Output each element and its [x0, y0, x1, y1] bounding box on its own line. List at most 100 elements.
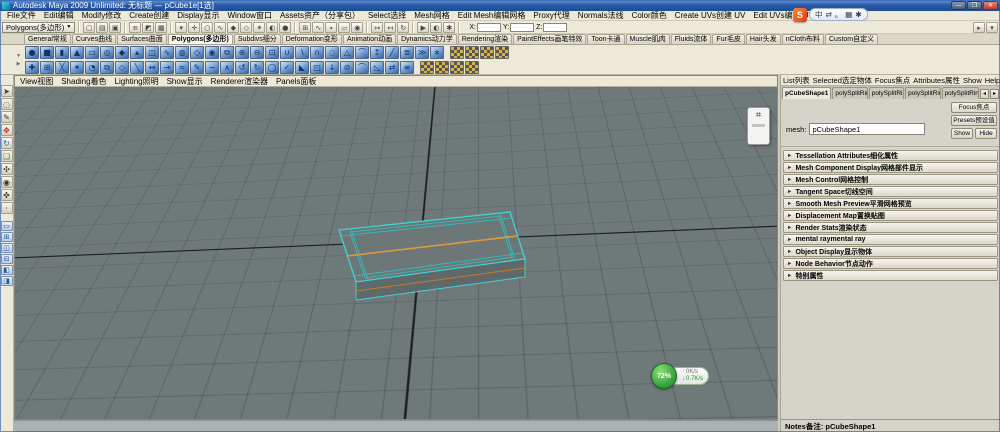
show-button[interactable]: Show	[951, 128, 973, 139]
uv-snapshot-icon[interactable]	[495, 46, 509, 59]
menu-item[interactable]: Mesh网格	[410, 10, 454, 21]
shelf-tab[interactable]: PaintEffects画笔特效	[513, 34, 587, 44]
reduce-icon[interactable]: ↓	[325, 61, 339, 74]
attribute-editor-menu-item[interactable]: Show	[963, 76, 982, 85]
shelf-tab[interactable]: Animation动画	[342, 34, 397, 44]
reverse-normals-icon[interactable]: ↺	[235, 61, 249, 74]
planar-mapping-icon[interactable]	[420, 61, 434, 74]
insert-edge-loop-icon[interactable]: ≣	[400, 46, 414, 59]
panel-menu-item[interactable]: Lighting照明	[112, 76, 162, 87]
time-slider-area[interactable]	[14, 420, 778, 432]
shelf-tab[interactable]: General常规	[24, 34, 71, 44]
crease-tool-icon[interactable]: ╲	[130, 61, 144, 74]
mesh-name-input[interactable]	[809, 123, 926, 135]
notes-bar[interactable]: Notes备注: pCubeShape1	[781, 419, 1000, 432]
minimize-button[interactable]: —	[951, 1, 966, 10]
menu-item[interactable]: Normals法线	[574, 10, 628, 21]
expand-arrow-icon[interactable]: ►	[787, 237, 792, 243]
section-node-behavior[interactable]: ► Node Behavior节点动作	[783, 258, 998, 269]
conform-normals-icon[interactable]: ↻	[250, 61, 264, 74]
coordinate-input[interactable]	[543, 22, 568, 32]
poly-sphere-icon[interactable]: ●	[25, 46, 39, 59]
paint-weights-icon[interactable]: ✎	[190, 61, 204, 74]
shelf-tab[interactable]: Surfaces曲面	[117, 34, 167, 44]
mask-surfaces-icon[interactable]: ◆	[227, 21, 240, 33]
snap-curve-icon[interactable]: ∿	[312, 21, 325, 33]
symmetrize-icon[interactable]: ⇄	[385, 61, 399, 74]
boolean-union-icon[interactable]: ∪	[280, 46, 294, 59]
menu-item[interactable]: Assets资产（分享包）	[276, 10, 364, 21]
snap-plane-icon[interactable]: ▱	[338, 21, 351, 33]
attribute-editor-menu-item[interactable]: Help帮助	[985, 75, 1000, 85]
save-scene-icon[interactable]: ▣	[109, 21, 122, 33]
attribute-editor-menu-item[interactable]: List列表	[783, 75, 810, 85]
node-tab[interactable]: pCubeShape1	[782, 87, 832, 99]
shelf-tab[interactable]: Deformation变形	[281, 34, 342, 44]
layout-single-pane-icon[interactable]: ▭	[0, 221, 13, 231]
merge-vertices-icon[interactable]: ∗	[430, 46, 444, 59]
last-tool-icon[interactable]: ·	[0, 202, 13, 214]
node-tab[interactable]: polySplitRing…	[941, 87, 979, 99]
project-curve-icon[interactable]: ⌒	[355, 61, 369, 74]
cut-faces-tool-icon[interactable]: ╳	[55, 61, 69, 74]
show-manipulator-icon[interactable]: ✜	[0, 189, 13, 201]
duplicate-edge-loop-icon[interactable]: ≡	[400, 61, 414, 74]
panel-menu-item[interactable]: Renderer渲染器	[208, 76, 271, 87]
select-component-icon[interactable]: ▦	[155, 21, 168, 33]
smooth-icon[interactable]: ◌	[325, 46, 339, 59]
expand-arrow-icon[interactable]: ►	[787, 153, 792, 159]
boolean-difference-icon[interactable]: ∖	[295, 46, 309, 59]
chamfer-vertex-icon[interactable]: ◇	[115, 61, 129, 74]
shelf-tab[interactable]: Rendering渲染	[457, 34, 513, 44]
menu-item[interactable]: Proxy代理	[529, 10, 573, 21]
uv-texture-editor-icon[interactable]	[465, 46, 479, 59]
expand-arrow-icon[interactable]: ►	[787, 273, 792, 279]
poly-prism-icon[interactable]: ◆	[115, 46, 129, 59]
lasso-tool-icon[interactable]: ◌	[0, 98, 13, 110]
section-extra-attributes[interactable]: ► 特别属性	[783, 270, 998, 281]
render-frame-icon[interactable]: ▶	[417, 21, 430, 33]
menu-item[interactable]: Window窗口	[224, 10, 276, 21]
ime-float-button[interactable]: ⌗	[747, 107, 770, 145]
section-mental-ray[interactable]: ► mental raymental ray	[783, 234, 998, 245]
move-tool-icon[interactable]: ✥	[0, 124, 13, 136]
attribute-editor-menu-item[interactable]: Focus焦点	[875, 75, 910, 85]
panel-menu-item[interactable]: Shading着色	[58, 76, 109, 87]
section-tangent-space[interactable]: ► Tangent Space切线空间	[783, 186, 998, 197]
extrude-icon[interactable]: ↥	[370, 46, 384, 59]
open-scene-icon[interactable]: ▤	[96, 21, 109, 33]
menu-item[interactable]: Edit编辑	[40, 10, 78, 21]
node-tab[interactable]: polySplitRing8	[832, 87, 868, 99]
spherical-mapping-icon[interactable]	[450, 61, 464, 74]
ui-visibility-icon[interactable]: ▾	[986, 21, 998, 33]
maximize-button[interactable]: ❐	[967, 1, 982, 10]
section-mesh-component-display[interactable]: ► Mesh Component Display网格部件显示	[783, 162, 998, 173]
node-tab[interactable]: polySplitRing6	[905, 87, 941, 99]
separate-icon[interactable]: ⊖	[250, 46, 264, 59]
mask-dynamics-icon[interactable]: ✶	[253, 21, 266, 33]
poke-face-icon[interactable]: ✶	[70, 61, 84, 74]
snap-live-icon[interactable]: ◉	[351, 21, 364, 33]
ime-language-icon[interactable]: 中	[815, 9, 823, 21]
shelf-tab[interactable]: Muscle肌肉	[625, 34, 670, 44]
section-tessellation-attributes[interactable]: ► Tessellation Attributes细化属性	[783, 150, 998, 161]
poly-pyramid-icon[interactable]: ▴	[130, 46, 144, 59]
rotate-tool-icon[interactable]: ↻	[0, 137, 13, 149]
sculpt-geometry-icon[interactable]: ◉	[205, 46, 219, 59]
coordinate-input[interactable]	[510, 22, 535, 32]
shelf-tab[interactable]: Toon卡通	[587, 34, 625, 44]
panel-menu-item[interactable]: Show显示	[164, 76, 206, 87]
mask-deformers-icon[interactable]: ◇	[240, 21, 253, 33]
menu-item[interactable]: Create创建	[125, 10, 173, 21]
offset-edge-loop-icon[interactable]: ≫	[415, 46, 429, 59]
poly-pipe-icon[interactable]: ◫	[145, 46, 159, 59]
input-connections-icon[interactable]: ↦	[371, 21, 384, 33]
scale-tool-icon[interactable]: ❏	[0, 150, 13, 162]
fill-hole-icon[interactable]: ◯	[265, 61, 279, 74]
uv-checker-map-icon[interactable]	[450, 46, 464, 59]
section-render-stats[interactable]: ► Render Stats渲染状态	[783, 222, 998, 233]
expand-arrow-icon[interactable]: ►	[787, 225, 792, 231]
shelf-tab[interactable]: Dynamics动力学	[397, 34, 457, 44]
boolean-intersection-icon[interactable]: ∩	[310, 46, 324, 59]
poly-helix-icon[interactable]: ∿	[160, 46, 174, 59]
